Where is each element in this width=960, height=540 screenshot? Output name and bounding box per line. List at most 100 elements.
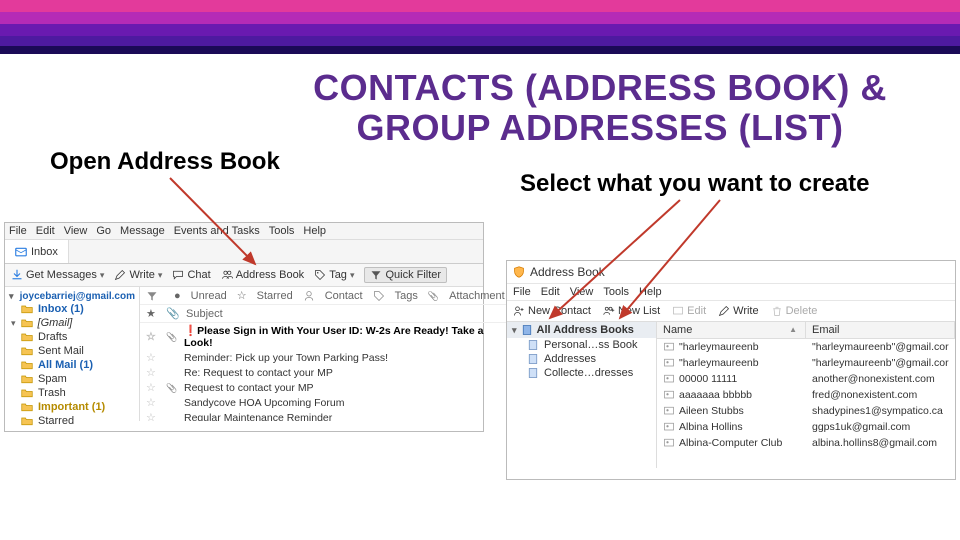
folder-icon (21, 359, 33, 371)
edit-label: Edit (687, 305, 706, 317)
card-icon (663, 357, 675, 369)
tab-inbox[interactable]: Inbox (5, 240, 69, 263)
menu-events[interactable]: Events and Tasks (174, 225, 260, 237)
account-row[interactable]: joycebarriej@gmail.com (9, 290, 135, 302)
menu-edit[interactable]: Edit (36, 225, 55, 237)
contact-row[interactable]: Aileen Stubbsshadypines1@sympatico.ca (657, 403, 955, 419)
message-row[interactable]: Request to contact your MP (140, 380, 511, 395)
filter-starred[interactable]: Starred (257, 290, 293, 302)
book-icon (527, 339, 539, 351)
message-row[interactable]: Re: Request to contact your MP (140, 365, 511, 380)
filter-tags[interactable]: Tags (395, 290, 418, 302)
address-book-item[interactable]: Addresses (507, 352, 656, 366)
star-icon[interactable] (146, 330, 158, 343)
card-icon (672, 305, 684, 317)
folder-pane: joycebarriej@gmail.com Inbox (1)[Gmail]D… (5, 287, 140, 421)
filter-contact[interactable]: Contact (325, 290, 363, 302)
sidebar-header[interactable]: All Address Books (507, 322, 656, 338)
folder-icon (21, 303, 33, 315)
folder-item[interactable]: Spam (9, 372, 135, 386)
folder-item[interactable]: Important (1) (9, 400, 135, 414)
contact-row[interactable]: "harleymaureenb"harleymaureenb"@gmail.co… (657, 355, 955, 371)
new-list-label: New List (618, 305, 660, 317)
star-icon[interactable] (146, 411, 158, 421)
contact-row[interactable]: Albina Hollinsggps1uk@gmail.com (657, 419, 955, 435)
star-icon[interactable] (146, 396, 158, 409)
star-icon[interactable] (146, 351, 158, 364)
write-button[interactable]: Write (114, 269, 162, 281)
ab-menu-help[interactable]: Help (639, 286, 662, 298)
ab-menu-bar: File Edit View Tools Help (507, 284, 955, 301)
folder-item[interactable]: Trash (9, 386, 135, 400)
ab-menu-view[interactable]: View (570, 286, 594, 298)
card-icon (663, 405, 675, 417)
message-row[interactable]: Regular Maintenance Reminder (140, 410, 511, 421)
contact-row[interactable]: Albina-Computer Clubalbina.hollins8@gmai… (657, 435, 955, 451)
window-title-bar: Address Book (507, 261, 955, 284)
message-list[interactable]: ❗Please Sign in With Your User ID: W-2s … (140, 323, 511, 421)
star-icon[interactable] (146, 381, 158, 394)
col-name[interactable]: Name (657, 322, 806, 338)
folder-item[interactable]: All Mail (1) (9, 358, 135, 372)
tag-icon (373, 290, 385, 302)
contact-row[interactable]: aaaaaaa bbbbbfred@nonexistent.com (657, 387, 955, 403)
folder-item[interactable]: Drafts (9, 330, 135, 344)
message-row[interactable]: ❗Please Sign in With Your User ID: W-2s … (140, 323, 511, 350)
filter-attachment[interactable]: Attachment (449, 290, 505, 302)
address-book-window: Address Book File Edit View Tools Help N… (506, 260, 956, 480)
quick-filter-label: Quick Filter (385, 269, 441, 281)
main-toolbar: Get Messages Write Chat Address Book Tag… (5, 264, 483, 287)
menu-help[interactable]: Help (303, 225, 326, 237)
download-icon (11, 269, 23, 281)
ab-menu-file[interactable]: File (513, 286, 531, 298)
book-icon (527, 367, 539, 379)
address-book-item[interactable]: Personal…ss Book (507, 338, 656, 352)
menu-go[interactable]: Go (96, 225, 111, 237)
folder-icon (21, 345, 33, 357)
folder-item[interactable]: Inbox (1) (9, 302, 135, 316)
menu-view[interactable]: View (64, 225, 88, 237)
new-list-button[interactable]: New List (603, 305, 660, 317)
ab-menu-edit[interactable]: Edit (541, 286, 560, 298)
chat-button[interactable]: Chat (172, 269, 210, 281)
contact-row[interactable]: "harleymaureenb"harleymaureenb"@gmail.co… (657, 339, 955, 355)
chevron-down-icon (158, 269, 163, 281)
thunderbird-window: File Edit View Go Message Events and Tas… (4, 222, 484, 432)
book-icon (521, 324, 533, 336)
menu-tools[interactable]: Tools (269, 225, 295, 237)
edit-button[interactable]: Edit (672, 305, 706, 317)
folder-item[interactable]: [Gmail] (9, 316, 135, 330)
address-book-label: Address Book (236, 269, 304, 281)
menu-message[interactable]: Message (120, 225, 165, 237)
delete-button[interactable]: Delete (771, 305, 818, 317)
address-book-item[interactable]: Collecte…dresses (507, 366, 656, 380)
message-row[interactable]: Reminder: Pick up your Town Parking Pass… (140, 350, 511, 365)
message-subject: ❗Please Sign in With Your User ID: W-2s … (184, 324, 505, 349)
tab-bar: Inbox (5, 240, 483, 264)
message-row[interactable]: Sandycove HOA Upcoming Forum (140, 395, 511, 410)
ab-write-button[interactable]: Write (718, 305, 758, 317)
folder-item[interactable]: Sent Mail (9, 344, 135, 358)
col-email[interactable]: Email (806, 322, 955, 338)
quick-filter-button[interactable]: Quick Filter (364, 267, 447, 283)
paperclip-icon (166, 331, 177, 343)
message-subject: Reminder: Pick up your Town Parking Pass… (184, 352, 388, 364)
new-contact-button[interactable]: New Contact (513, 305, 591, 317)
menu-file[interactable]: File (9, 225, 27, 237)
label-open-address-book: Open Address Book (50, 148, 280, 176)
ab-menu-tools[interactable]: Tools (603, 286, 629, 298)
contact-row[interactable]: 00000 11111another@nonexistent.com (657, 371, 955, 387)
star-icon[interactable] (146, 366, 158, 379)
subject-column[interactable]: Subject (186, 308, 223, 320)
get-messages-button[interactable]: Get Messages (11, 269, 104, 281)
address-book-button[interactable]: Address Book (221, 269, 304, 281)
folder-icon (21, 387, 33, 399)
message-pane: ● Unread ☆Starred Contact Tags Attachmen… (140, 287, 511, 421)
sidebar-header-label: All Address Books (537, 324, 634, 336)
tag-button[interactable]: Tag (314, 269, 354, 281)
chevron-down-icon (350, 269, 355, 281)
tab-label: Inbox (31, 246, 58, 258)
card-icon (663, 421, 675, 433)
filter-unread[interactable]: Unread (191, 290, 227, 302)
folder-item[interactable]: Starred (9, 414, 135, 428)
